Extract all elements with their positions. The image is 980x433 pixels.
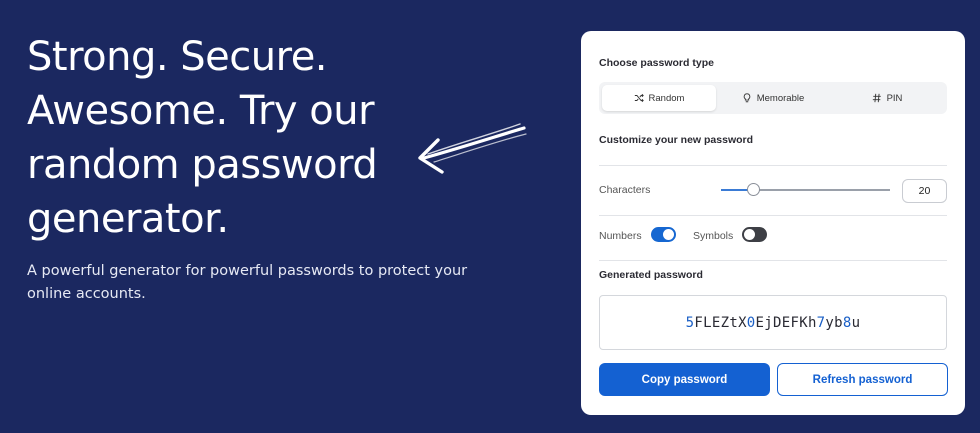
symbols-label: Symbols (693, 230, 734, 242)
hero-title-line: random password (27, 142, 378, 188)
tab-random[interactable]: Random (602, 85, 716, 111)
password-type-selector: Random Memorable PIN (599, 82, 947, 114)
copy-password-button[interactable]: Copy password (599, 363, 770, 396)
customize-heading: Customize your new password (599, 134, 754, 146)
password-char: D (773, 314, 782, 331)
password-char: Z (720, 314, 730, 331)
password-char: t (729, 314, 739, 331)
hero-title-line: generator. (27, 196, 229, 242)
divider (599, 260, 947, 261)
numbers-toggle[interactable] (651, 227, 676, 242)
shuffle-icon (634, 93, 644, 103)
password-char: F (790, 314, 800, 331)
lightbulb-icon (743, 93, 751, 103)
password-char: K (799, 314, 808, 331)
hero-title-line: Awesome. Try our (27, 88, 375, 134)
hero-subtitle: A powerful generator for powerful passwo… (27, 263, 468, 302)
password-char: 0 (746, 314, 756, 331)
password-char: j (764, 314, 773, 331)
generated-password-heading: Generated password (599, 269, 703, 281)
password-generator-card: Choose password type Random Memorable PI… (581, 31, 965, 415)
divider (599, 215, 947, 216)
password-type-heading: Choose password type (599, 57, 714, 69)
generated-password-display: 5FLEZtX0EjDEFKh7yb8u (599, 295, 947, 350)
password-char: 8 (842, 314, 852, 331)
hand-drawn-arrow-icon (418, 123, 527, 174)
password-char: h (807, 314, 817, 331)
numbers-label: Numbers (599, 230, 642, 242)
password-char: y (825, 314, 835, 331)
toggle-knob (744, 229, 755, 240)
characters-slider[interactable] (721, 183, 890, 196)
password-char: b (834, 314, 843, 331)
tab-memorable[interactable]: Memorable (716, 85, 830, 111)
tab-label: PIN (886, 92, 903, 104)
hash-icon (872, 93, 881, 103)
symbols-toggle[interactable] (742, 227, 767, 242)
password-char: F (694, 314, 704, 331)
password-char: X (738, 314, 747, 331)
password-char: L (703, 314, 712, 331)
slider-thumb[interactable] (747, 183, 761, 196)
characters-label: Characters (599, 184, 651, 196)
password-char: E (755, 314, 765, 331)
divider (599, 165, 947, 166)
password-char: u (851, 314, 861, 331)
tab-pin[interactable]: PIN (830, 85, 944, 111)
tab-label: Random (648, 92, 685, 104)
refresh-password-button[interactable]: Refresh password (777, 363, 948, 396)
password-char: 7 (816, 314, 826, 331)
password-char: E (781, 314, 791, 331)
password-char: 5 (685, 314, 695, 331)
hero-title: Strong. Secure. Awesome. Try our random … (27, 30, 447, 246)
toggle-knob (663, 229, 674, 240)
characters-count-input[interactable]: 20 (902, 179, 947, 203)
tab-label: Memorable (756, 92, 805, 104)
hero-title-line: Strong. Secure. (27, 34, 328, 80)
password-char: E (711, 314, 721, 331)
